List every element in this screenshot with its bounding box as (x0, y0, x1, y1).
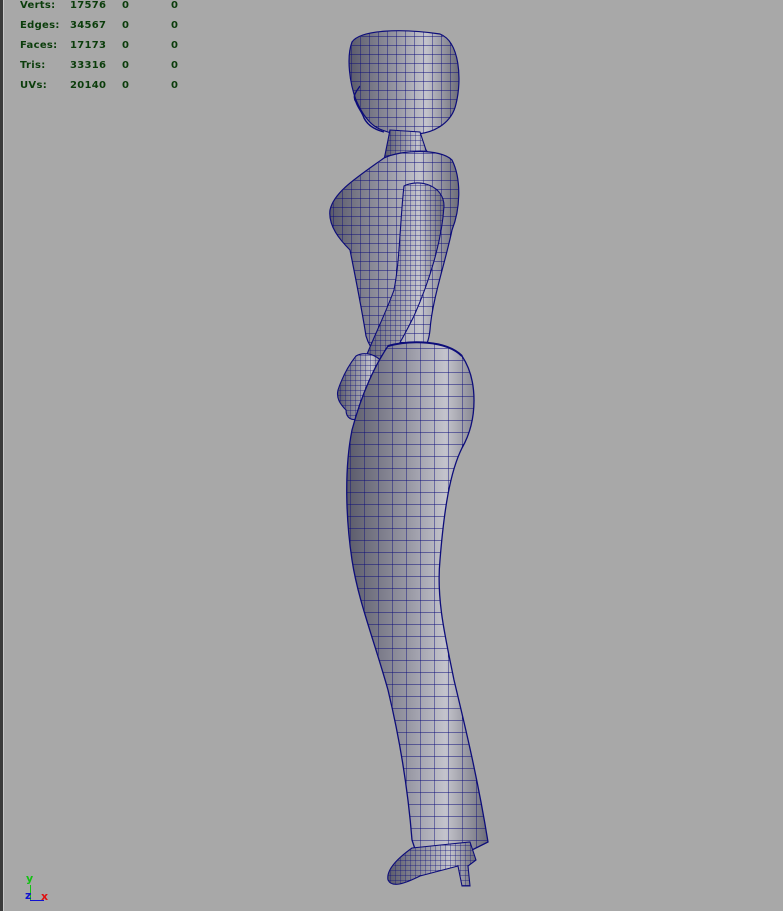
legs-mesh (346, 341, 489, 859)
shoe-mesh (387, 841, 477, 887)
wireframe-character-model[interactable] (0, 0, 783, 911)
axis-label-x: x (41, 890, 49, 903)
view-axis-gizmo: y z x (22, 872, 62, 908)
perspective-viewport[interactable]: Verts: 17576 0 0 Edges: 34567 0 0 Faces:… (0, 0, 783, 911)
axis-label-y: y (26, 872, 34, 885)
axis-label-z: z (25, 889, 32, 902)
head-mesh (348, 30, 460, 136)
